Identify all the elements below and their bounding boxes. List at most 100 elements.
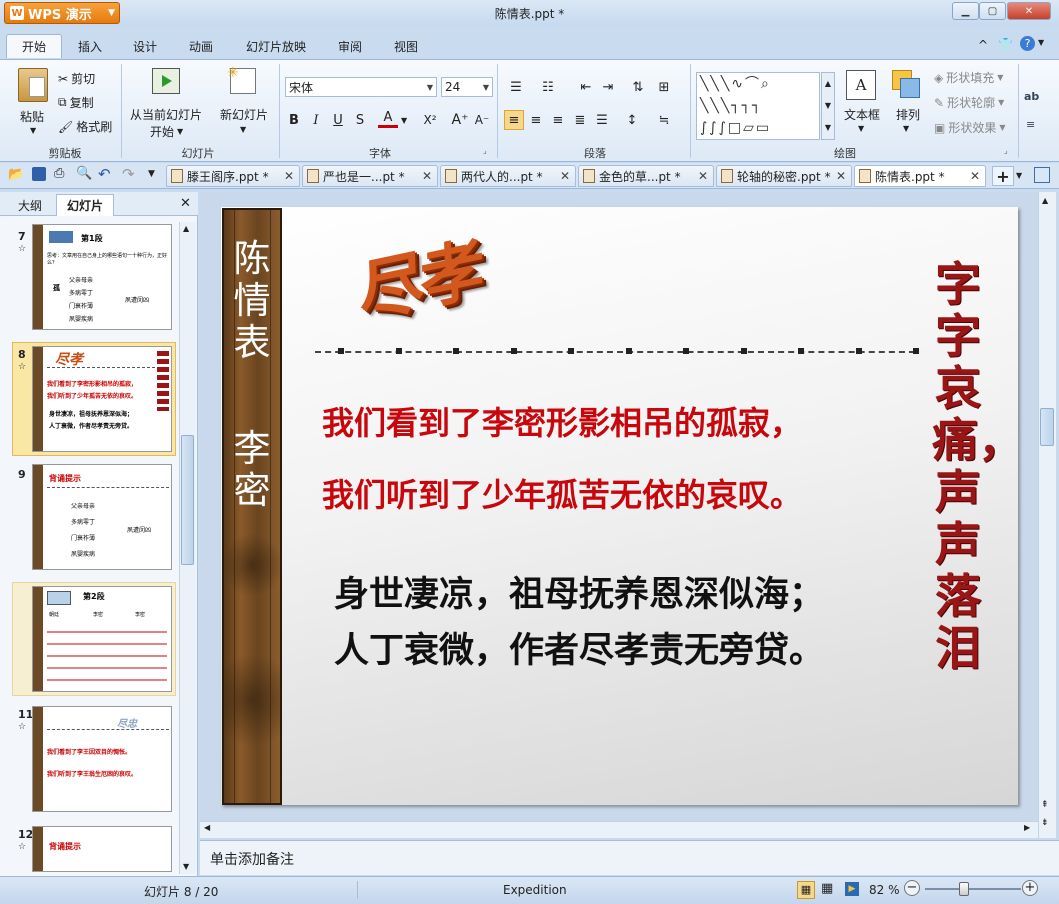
format-painter-button[interactable]: 🖌 格式刷: [58, 118, 112, 135]
strikethrough-button[interactable]: S: [350, 110, 370, 130]
zoom-level[interactable]: 82 %: [869, 883, 900, 897]
slide-red-line-1[interactable]: 我们看到了李密形影相吊的孤寂，: [322, 398, 802, 444]
doc-tab[interactable]: 两代人的...pt * ✕: [440, 165, 576, 187]
shapes-gallery[interactable]: ╲╲╲∿⌒⌕ ╲╲╲┐┐┐ ∫∫∫□▱▭: [696, 72, 820, 140]
slide-thumbnail[interactable]: 第2段 朝廷 李密 李密: [32, 586, 172, 692]
normal-view-button[interactable]: ▦: [797, 881, 815, 899]
align-left-button[interactable]: ≡: [504, 110, 524, 130]
shape-effect-button[interactable]: ▣ 形状效果 ▼: [934, 119, 1006, 136]
slides-panel-scroll-thumb[interactable]: [181, 435, 194, 565]
ribbon-collapse-icon[interactable]: ^: [978, 38, 988, 52]
redo-icon[interactable]: ↷: [122, 165, 135, 183]
close-panel-icon[interactable]: ✕: [180, 196, 191, 211]
tab-slideshow[interactable]: 幻灯片放映: [246, 34, 306, 58]
justify-button[interactable]: ≣: [570, 110, 590, 130]
slide-red-line-2[interactable]: 我们听到了少年孤苦无依的哀叹。: [322, 470, 802, 516]
tab-outline[interactable]: 大纲: [8, 194, 52, 216]
close-tab-icon[interactable]: ✕: [560, 169, 570, 183]
slide-right-vertical-text[interactable]: 字字哀痛，声声落泪: [918, 258, 1024, 674]
paste-icon[interactable]: [18, 68, 48, 102]
slide-side-title[interactable]: 陈情表: [222, 238, 282, 364]
slideshow-button[interactable]: ▶: [845, 882, 859, 896]
wordart-icon[interactable]: ab: [1024, 90, 1039, 103]
tab-review[interactable]: 审阅: [338, 34, 362, 58]
undo-icon[interactable]: ↶: [98, 165, 111, 183]
zoom-in-icon[interactable]: +: [1022, 880, 1038, 896]
decrease-indent-icon[interactable]: ⇤: [576, 77, 596, 97]
slide-black-line-2[interactable]: 人丁衰微，作者尽孝责无旁贷。: [334, 622, 824, 673]
doc-tab-active[interactable]: 陈情表.ppt * ✕: [854, 165, 986, 187]
arrange-dropdown-icon[interactable]: ▼: [903, 124, 909, 133]
distribute-button[interactable]: ☰: [592, 110, 612, 130]
slide-thumbnail[interactable]: 第1段 思考：文章用在自己身上的哪些语句一十种行为，正好么？ 孤 父亲母亲 多病…: [32, 224, 172, 330]
play-from-current-icon[interactable]: [152, 68, 180, 94]
open-folder-icon[interactable]: 📂: [8, 167, 24, 182]
underline-button[interactable]: U: [328, 110, 348, 130]
shrink-font-button[interactable]: A⁻: [472, 110, 492, 130]
bold-button[interactable]: B: [284, 110, 304, 130]
font-color-button[interactable]: A: [378, 110, 398, 128]
tab-home[interactable]: 开始: [6, 34, 62, 58]
help-dropdown-icon[interactable]: ▼: [1038, 38, 1044, 47]
tab-slides[interactable]: 幻灯片: [56, 194, 114, 216]
doc-tab[interactable]: 滕王阁序.ppt * ✕: [166, 165, 300, 187]
align-center-button[interactable]: ≡: [526, 110, 546, 130]
increase-indent-icon[interactable]: ⇥: [598, 77, 618, 97]
close-tab-icon[interactable]: ✕: [836, 169, 846, 183]
slide-thumbnail[interactable]: 尽忠 我们看到了李王因双目的惆怅。 我们听到了李王翁生厄困的哀叹。: [32, 706, 172, 812]
print-icon[interactable]: ⎙: [54, 166, 64, 181]
tab-design[interactable]: 设计: [133, 34, 157, 58]
scroll-left-icon[interactable]: ◀: [204, 823, 210, 832]
save-icon[interactable]: [32, 167, 46, 181]
editor-vertical-scrollbar[interactable]: [1038, 192, 1056, 838]
close-tab-icon[interactable]: ✕: [422, 169, 432, 183]
close-window-button[interactable]: ✕: [1007, 2, 1051, 20]
slide-thumbnail[interactable]: 背诵提示: [32, 826, 172, 872]
text-direction-icon[interactable]: ⇅: [628, 77, 648, 97]
chevron-down-icon[interactable]: ▼: [401, 116, 407, 125]
zoom-slider-thumb[interactable]: [959, 882, 970, 896]
zoom-slider-track[interactable]: [925, 888, 1021, 890]
shapes-gallery-scroll[interactable]: ▲ ▼ ▼: [821, 72, 835, 140]
cut-button[interactable]: ✂ 剪切: [58, 70, 95, 87]
tab-insert[interactable]: 插入: [78, 34, 102, 58]
slide-sorter-button[interactable]: ▦: [821, 881, 833, 896]
grow-font-button[interactable]: A⁺: [450, 110, 470, 130]
textbox-dropdown-icon[interactable]: ▼: [858, 124, 864, 133]
drawing-dialog-launcher-icon[interactable]: ⌟: [1004, 146, 1008, 155]
zoom-out-icon[interactable]: −: [904, 880, 920, 896]
font-name-combo[interactable]: 宋体 ▼: [285, 77, 437, 97]
paragraph-spacing-icon[interactable]: ≒: [654, 110, 674, 130]
scroll-right-icon[interactable]: ▶: [1024, 823, 1030, 832]
scroll-down-icon[interactable]: ▼: [183, 862, 189, 871]
doc-tab[interactable]: 严也是一...pt * ✕: [302, 165, 438, 187]
editor-vertical-scroll-thumb[interactable]: [1040, 408, 1054, 446]
slide-side-author[interactable]: 李密: [222, 428, 282, 512]
editor-horizontal-scrollbar[interactable]: [200, 821, 1038, 838]
numbered-list-icon[interactable]: ☷: [538, 77, 558, 97]
line-spacing-icon[interactable]: ↕: [622, 110, 642, 130]
arrange-button[interactable]: 排列: [896, 106, 920, 123]
slide-black-line-1[interactable]: 身世凄凉，祖母抚养恩深似海；: [334, 566, 824, 617]
close-tab-icon[interactable]: ✕: [698, 169, 708, 183]
align-right-button[interactable]: ≡: [548, 110, 568, 130]
shape-outline-button[interactable]: ✎ 形状轮廓 ▼: [934, 94, 1004, 111]
paste-dropdown-icon[interactable]: ▼: [30, 126, 36, 135]
tabs-dropdown-icon[interactable]: ▼: [1016, 171, 1022, 180]
maximize-button[interactable]: ▢: [979, 2, 1006, 20]
scroll-up-icon[interactable]: ▲: [1042, 196, 1048, 205]
tab-animation[interactable]: 动画: [189, 34, 213, 58]
shape-fill-button[interactable]: ◈ 形状填充 ▼: [934, 69, 1003, 86]
more-icon[interactable]: ≡: [1026, 118, 1035, 131]
copy-button[interactable]: ⧉ 复制: [58, 94, 94, 111]
window-layout-icon[interactable]: [1034, 167, 1050, 183]
skin-icon[interactable]: 👕: [998, 37, 1013, 51]
new-tab-icon[interactable]: +: [992, 166, 1014, 186]
arrange-icon[interactable]: [892, 70, 920, 98]
textbox-button[interactable]: 文本框: [844, 106, 880, 123]
italic-button[interactable]: I: [306, 110, 326, 130]
minimize-button[interactable]: ▁: [952, 2, 979, 20]
help-icon[interactable]: ?: [1020, 36, 1035, 51]
font-dialog-launcher-icon[interactable]: ⌟: [483, 146, 487, 155]
new-slide-button[interactable]: 新幻灯片: [220, 106, 268, 123]
